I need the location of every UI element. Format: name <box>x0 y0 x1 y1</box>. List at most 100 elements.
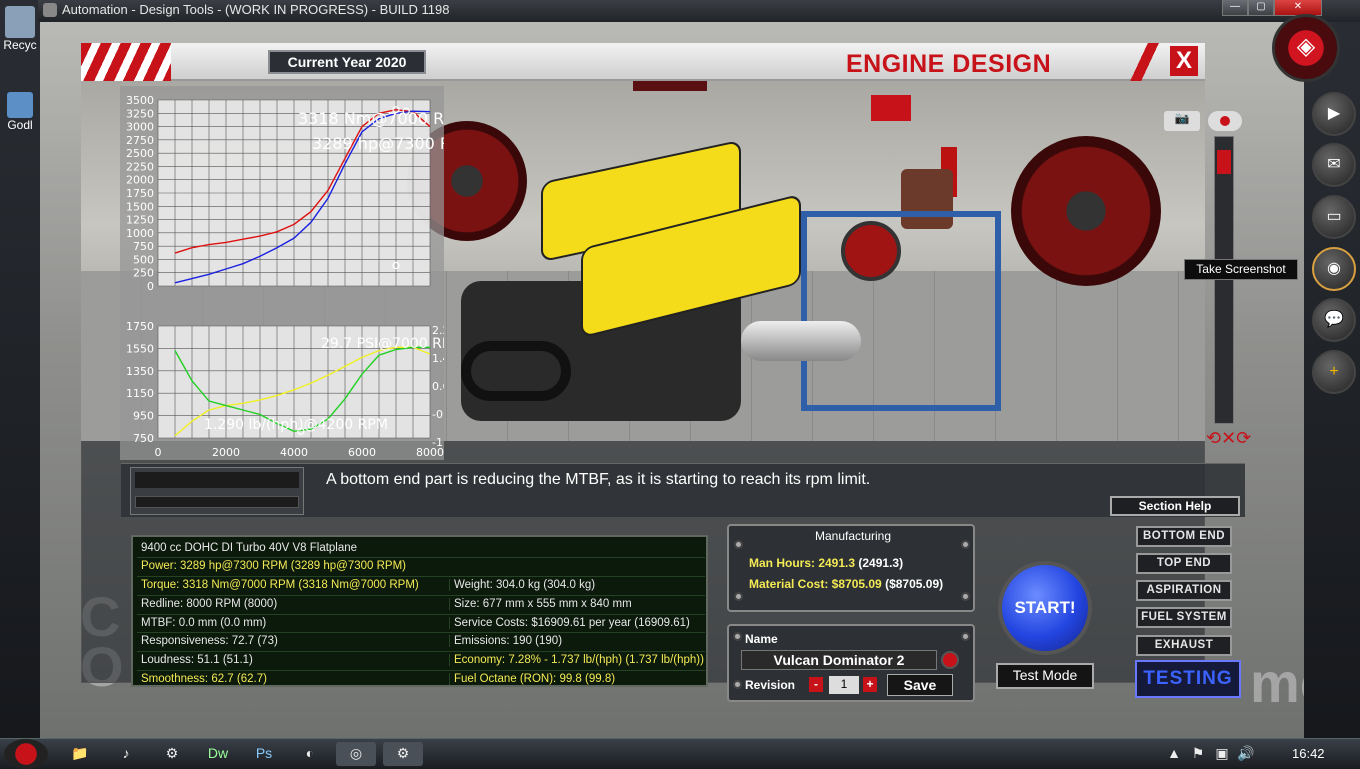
video-icon[interactable]: ▭ <box>1312 195 1356 239</box>
y-tick-label: 1000 <box>126 227 154 240</box>
automation-taskbar-icon[interactable]: ⚙ <box>383 742 423 766</box>
message-display <box>135 472 299 488</box>
stats-row: Responsiveness: 72.7 (73) Emissions: 190 … <box>137 632 705 651</box>
camera-icon[interactable]: 📷 <box>1164 111 1200 131</box>
emissions-stat: Emissions: 190 (190) <box>449 635 705 647</box>
material-cost-paren: ($8705.09) <box>885 577 944 591</box>
revision-label: Revision <box>745 678 796 692</box>
stats-row: MTBF: 0.0 mm (0.0 mm) Service Costs: $169… <box>137 614 705 633</box>
recycle-bin-graphic <box>5 6 35 38</box>
name-panel: Name Vulcan Dominator 2 Revision - 1 + S… <box>727 624 975 702</box>
material-cost: Material Cost: $8705.09 ($8705.09) <box>749 577 943 591</box>
y-tick-label: 750 <box>133 432 154 445</box>
window-close-button[interactable]: ✕ <box>1274 0 1322 16</box>
youtube-icon[interactable]: ▶ <box>1312 92 1356 136</box>
bolt-decoration <box>734 592 743 601</box>
stats-row: Redline: 8000 RPM (8000) Size: 677 mm x 5… <box>137 595 705 614</box>
y-tick-label: 3000 <box>126 121 154 134</box>
manufacturing-heading: Manufacturing <box>814 529 892 543</box>
torque-stat: Torque: 3318 Nm@7000 RPM (3318 Nm@7000 R… <box>141 579 419 591</box>
engine-name-field[interactable]: Vulcan Dominator 2 <box>741 650 937 670</box>
mail-icon[interactable]: ✉ <box>1312 143 1356 187</box>
zoom-scrollbar[interactable] <box>1214 136 1234 424</box>
name-label: Name <box>745 632 778 646</box>
engine-design-title: ENGINE DESIGN <box>846 50 1052 78</box>
revision-decrement-button[interactable]: - <box>809 677 823 692</box>
tray-expand-icon[interactable]: ▲ <box>1164 742 1184 766</box>
clock[interactable]: 16:42 <box>1292 746 1325 761</box>
message-widget[interactable] <box>130 467 304 515</box>
aspiration-button[interactable]: ASPIRATION <box>1136 580 1232 601</box>
volume-app-icon[interactable]: ♪ <box>110 742 142 766</box>
plus-icon[interactable]: + <box>1312 350 1356 394</box>
y-tick-label: 2500 <box>126 147 154 160</box>
reload-name-icon[interactable] <box>941 651 959 669</box>
economy-stat: Economy: 7.28% - 1.737 lb/(hph) (1.737 l… <box>449 654 705 666</box>
chrome-icon[interactable]: ◎ <box>336 742 376 766</box>
message-slider[interactable] <box>135 496 299 508</box>
taskbar: 📁 ♪ ⚙ Dw Ps ◐ ◎ ⚙ ▲ ⚑ ▣ 🔊 <box>0 738 1360 769</box>
bottom-end-button[interactable]: BOTTOM END <box>1136 526 1232 547</box>
panel-close-button[interactable]: X <box>1170 46 1198 76</box>
x-tick-label: 6000 <box>348 446 376 459</box>
start-menu-icon[interactable] <box>4 739 48 769</box>
dreamweaver-icon[interactable]: Dw <box>202 742 234 766</box>
maximize-button[interactable]: ▢ <box>1248 0 1274 16</box>
test-mode-button[interactable]: Test Mode <box>996 663 1094 689</box>
material-cost-value: Material Cost: $8705.09 <box>749 577 882 591</box>
start-button[interactable]: START! <box>998 561 1092 655</box>
rotate-view-icon[interactable]: ⟲✕⟳ <box>1206 428 1251 450</box>
volume-icon[interactable]: 🔊 <box>1236 742 1256 766</box>
weight-stat: Weight: 304.0 kg (304.0 kg) <box>449 579 705 591</box>
minimize-button[interactable]: — <box>1222 0 1248 16</box>
network-icon[interactable]: ▣ <box>1212 742 1232 766</box>
app-icon[interactable]: ◐ <box>294 742 326 766</box>
desktop-app-graphic <box>7 92 33 118</box>
recycle-bin-icon[interactable]: Recyc <box>0 6 40 52</box>
bolt-decoration <box>733 632 742 641</box>
top-end-button[interactable]: TOP END <box>1136 553 1232 574</box>
explorer-icon[interactable]: 📁 <box>64 742 96 766</box>
bolt-decoration <box>961 592 970 601</box>
fuel-system-button[interactable]: FUEL SYSTEM <box>1136 607 1232 628</box>
y-tick-label: 2750 <box>126 134 154 147</box>
save-button[interactable]: Save <box>887 674 953 696</box>
boost-peak-label: 29.7 PSI@7000 RPM <box>321 336 444 352</box>
responsiveness-stat: Responsiveness: 72.7 (73) <box>141 635 278 647</box>
window-titlebar[interactable]: Automation - Design Tools - (WORK IN PRO… <box>38 0 1360 22</box>
revision-increment-button[interactable]: + <box>863 677 877 692</box>
steam-icon[interactable]: ⚙ <box>156 742 188 766</box>
zoom-scroll-thumb[interactable] <box>1217 150 1231 174</box>
testing-button[interactable]: TESTING <box>1135 660 1241 698</box>
engine-description: 9400 cc DOHC DI Turbo 40V V8 Flatplane <box>141 542 358 554</box>
bsfc-min-label: 1.290 lb/(hph)@4200 RPM <box>204 417 388 433</box>
chat-icon[interactable]: 💬 <box>1312 298 1356 342</box>
y-tick-label: 2250 <box>126 160 154 173</box>
stats-row: Smoothness: 62.7 (62.7) Fuel Octane (RON)… <box>137 670 705 689</box>
y-tick-label: 1500 <box>126 200 154 213</box>
rog-logo-icon[interactable]: ◈ <box>1272 14 1340 82</box>
y-tick-label: 3500 <box>126 94 154 107</box>
revision-field[interactable]: 1 <box>829 676 859 694</box>
dyno-flywheel <box>841 221 901 281</box>
y-tick-label: 3250 <box>126 107 154 120</box>
take-screenshot-tooltip: Take Screenshot <box>1184 259 1298 280</box>
photoshop-icon[interactable]: Ps <box>248 742 280 766</box>
intake-hose <box>461 341 571 401</box>
power-stat: Power: 3289 hp@7300 RPM (3289 hp@7300 RP… <box>141 560 406 572</box>
section-help-button[interactable]: Section Help <box>1110 496 1240 516</box>
y-tick-label: 1150 <box>126 387 154 400</box>
exhaust-button[interactable]: EXHAUST <box>1136 635 1232 656</box>
current-year-label: Current Year 2020 <box>268 50 426 74</box>
record-icon[interactable] <box>1208 111 1242 131</box>
flag-icon[interactable]: ⚑ <box>1188 742 1208 766</box>
y-tick-label: 1550 <box>126 342 154 355</box>
bolt-decoration <box>733 680 742 689</box>
background-letters-right: me <box>1250 651 1304 714</box>
engine-stand <box>801 211 1001 411</box>
desktop-app-icon[interactable]: Godl <box>0 92 40 132</box>
y-tick-label: 1750 <box>126 320 154 333</box>
power-peak-label: 3289 hp@7300 RPM <box>312 134 444 153</box>
wall-sign <box>633 81 707 91</box>
camera-dock-icon[interactable]: ◉ <box>1312 247 1356 291</box>
